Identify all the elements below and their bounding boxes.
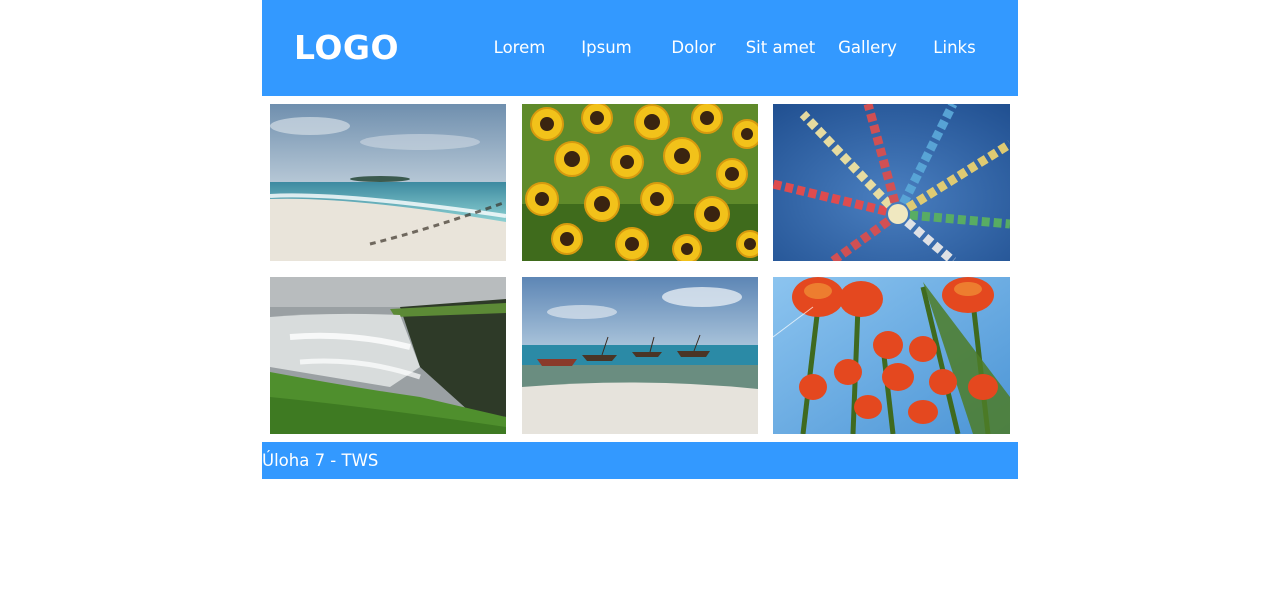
gallery-image-sunflowers[interactable] <box>522 104 758 261</box>
main-nav: Lorem Ipsum Dolor Sit amet Gallery Links <box>476 36 998 60</box>
nav-link-lorem[interactable]: Lorem <box>476 36 563 60</box>
page: LOGO Lorem Ipsum Dolor Sit amet Gallery … <box>0 0 1280 600</box>
gallery-image-waterfall[interactable] <box>270 277 506 434</box>
nav-link-sit-amet[interactable]: Sit amet <box>737 36 824 60</box>
beach-photo <box>270 104 506 261</box>
prayer-flags-photo <box>773 104 1010 261</box>
gallery-image-beach[interactable] <box>270 104 506 261</box>
nav-link-gallery[interactable]: Gallery <box>824 36 911 60</box>
nav-link-ipsum[interactable]: Ipsum <box>563 36 650 60</box>
sunflowers-photo <box>522 104 758 261</box>
gallery-image-tulips[interactable] <box>773 277 1010 434</box>
gallery-image-boats[interactable] <box>522 277 758 434</box>
logo[interactable]: LOGO <box>294 28 399 68</box>
site-header: LOGO Lorem Ipsum Dolor Sit amet Gallery … <box>262 0 1018 96</box>
waterfall-photo <box>270 277 506 434</box>
nav-link-dolor[interactable]: Dolor <box>650 36 737 60</box>
footer-text: Úloha 7 - TWS <box>262 451 379 470</box>
site-footer: Úloha 7 - TWS <box>262 442 1018 479</box>
photo-gallery <box>262 96 1018 442</box>
site-container: LOGO Lorem Ipsum Dolor Sit amet Gallery … <box>262 0 1018 479</box>
nav-link-links[interactable]: Links <box>911 36 998 60</box>
tulips-photo <box>773 277 1010 434</box>
boats-on-beach-photo <box>522 277 758 434</box>
gallery-image-prayer-flags[interactable] <box>773 104 1010 261</box>
